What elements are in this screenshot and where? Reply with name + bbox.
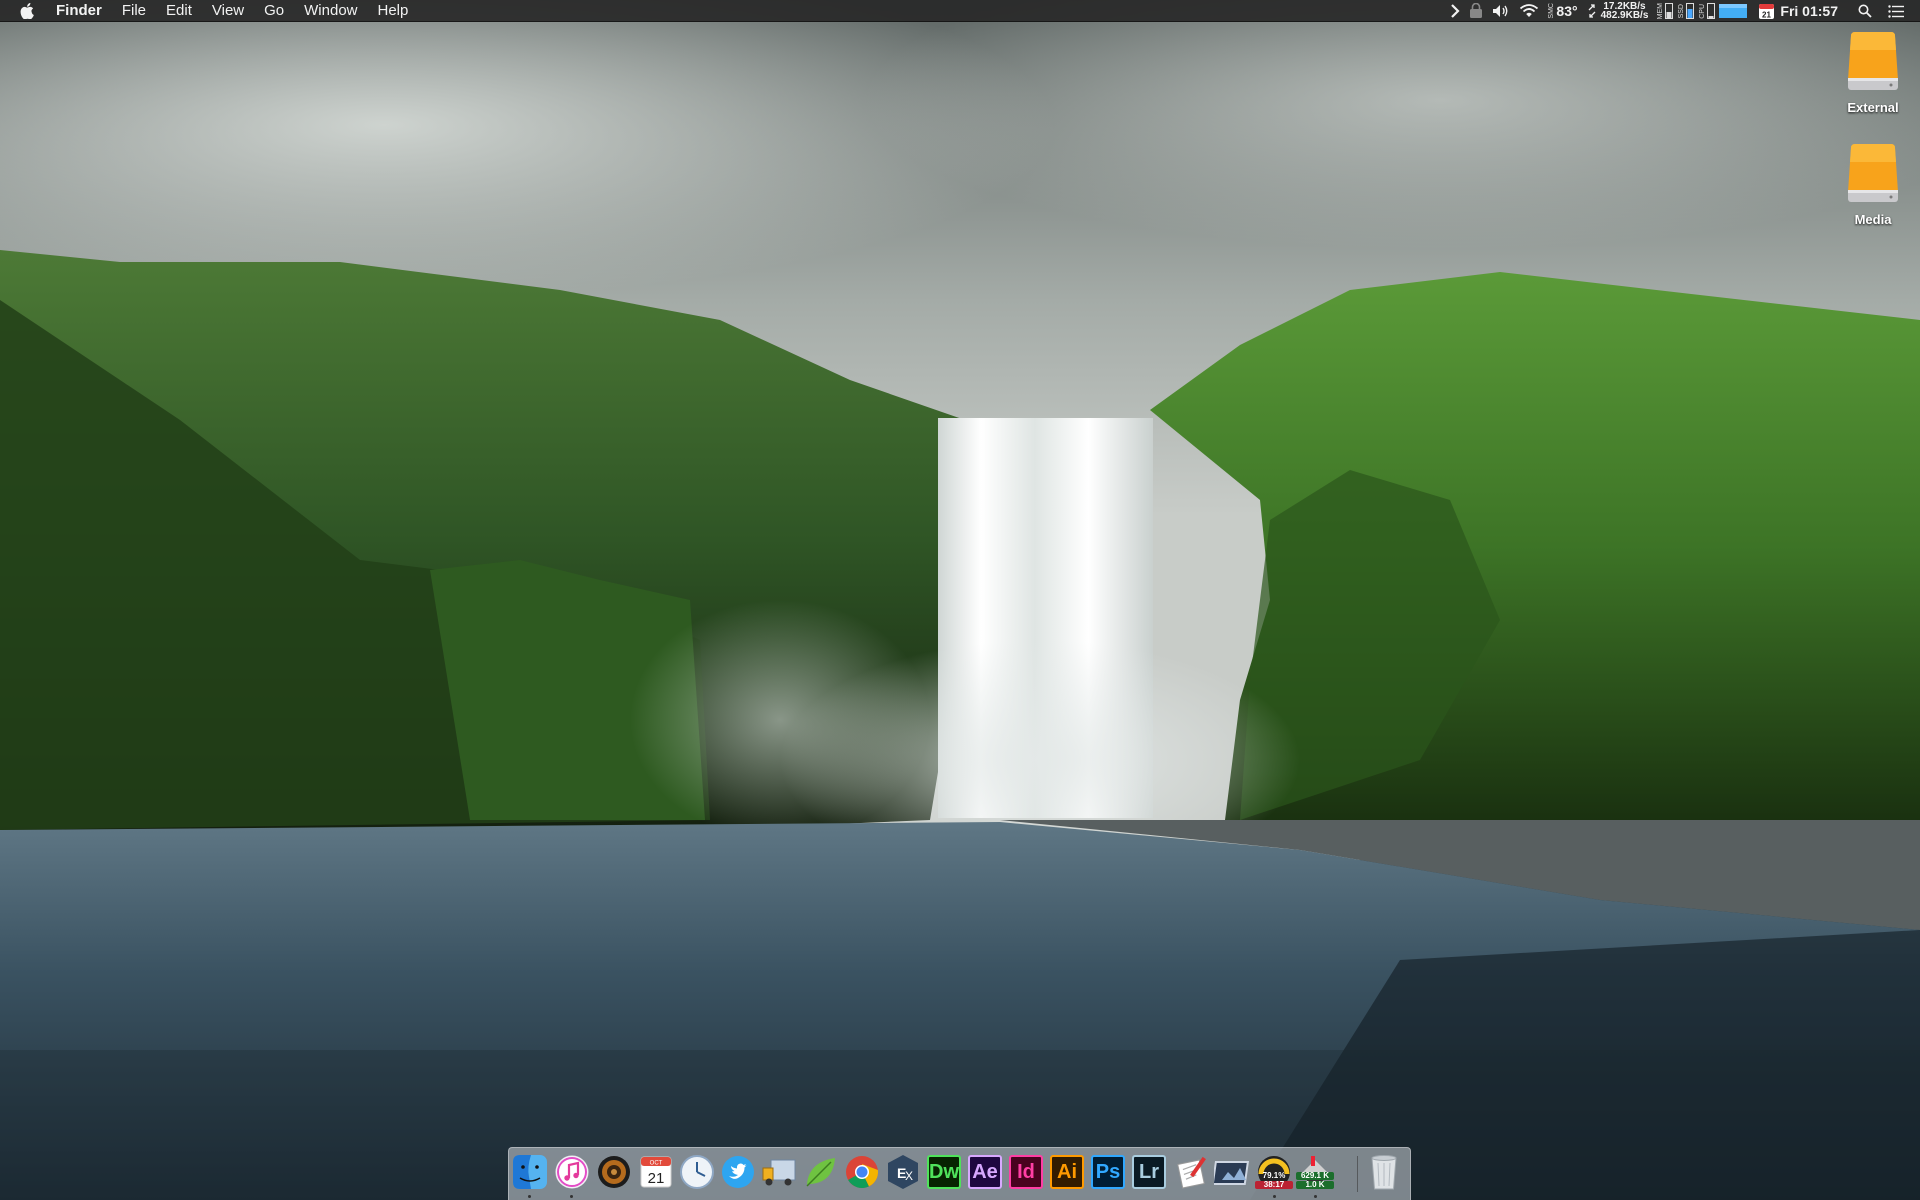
textedit-icon [1177, 1156, 1206, 1189]
desktop-wallpaper [0, 0, 1920, 1200]
volume-icon[interactable] [1492, 0, 1510, 22]
running-indicator [1273, 1195, 1276, 1198]
calendar-day: 21 [1762, 10, 1771, 19]
desktop-icon-external[interactable]: External [1826, 30, 1920, 115]
menu-window[interactable]: Window [294, 0, 367, 22]
dock-leaf[interactable] [802, 1153, 840, 1191]
leaf-icon [806, 1158, 835, 1187]
dock-trash[interactable] [1365, 1153, 1403, 1191]
dock-dreamweaver[interactable]: Dw [927, 1155, 961, 1189]
clock-icon [680, 1155, 714, 1189]
net-download-speed: 482.9KB/s [1600, 10, 1649, 21]
menu-help[interactable]: Help [368, 0, 419, 22]
menu-file[interactable]: File [112, 0, 156, 22]
running-indicator [1314, 1195, 1317, 1198]
running-indicator [528, 1195, 531, 1198]
desktop-icon-label: External [1847, 100, 1899, 115]
menu-go[interactable]: Go [254, 0, 294, 22]
speaker-icon [598, 1156, 630, 1188]
dock-itunes[interactable] [553, 1153, 591, 1191]
dock-expandrive[interactable]: E X [884, 1153, 922, 1191]
battery-graph-icon[interactable] [1719, 0, 1748, 22]
clock[interactable]: Fri 01:57 [1780, 0, 1838, 22]
cpu-temp-caption: SMC [1548, 3, 1556, 19]
running-indicator [570, 1195, 573, 1198]
lock-icon[interactable] [1469, 0, 1483, 22]
network-line-1: 629.1 K [1296, 1172, 1334, 1180]
calendar-icon[interactable]: 21 [1759, 0, 1775, 22]
svg-text:X: X [905, 1169, 913, 1183]
cpu-label: CPU [1699, 3, 1707, 19]
twitter-bird-icon [722, 1156, 754, 1188]
spotlight-search-icon[interactable] [1858, 0, 1872, 22]
screenshot-icon [1214, 1161, 1250, 1185]
dock-screenshot[interactable] [1214, 1153, 1252, 1191]
dock-separator [1357, 1156, 1358, 1192]
menu-bar: Finder File Edit View Go Window Help SMC… [0, 0, 1920, 22]
dock-after-effects[interactable]: Ae [968, 1155, 1002, 1189]
dock-chrome[interactable] [843, 1153, 881, 1191]
dock-clock[interactable] [678, 1153, 716, 1191]
chrome-icon [846, 1156, 879, 1189]
network-arrows-icon [1587, 0, 1597, 22]
finder-icon [513, 1155, 547, 1189]
chevron-right-icon[interactable] [1450, 0, 1460, 22]
dock-calendar[interactable]: OCT 21 [637, 1153, 675, 1191]
apple-menu-icon[interactable] [20, 2, 36, 19]
dock-lightroom[interactable]: Lr [1132, 1155, 1166, 1189]
mem-label: MEM [1657, 2, 1665, 20]
ssd-meter[interactable]: SSD [1678, 0, 1695, 22]
stats-line-1: 79.1% [1262, 1171, 1286, 1180]
expandrive-icon: E X [888, 1155, 918, 1189]
dock-textedit[interactable] [1173, 1153, 1211, 1191]
wifi-icon[interactable] [1519, 0, 1539, 22]
calendar-icon: OCT 21 [640, 1156, 672, 1188]
dock-photoshop[interactable]: Ps [1091, 1155, 1125, 1189]
memory-meter[interactable]: MEM [1657, 0, 1674, 22]
network-throughput-widget[interactable]: 17.2KB/s 482.9KB/s [1601, 0, 1649, 22]
media-drive-icon [1848, 144, 1898, 202]
dock-speakers[interactable] [595, 1153, 633, 1191]
dock-illustrator[interactable]: Ai [1050, 1155, 1084, 1189]
dock-stats-monitor[interactable]: 79.1% 38:17 [1255, 1153, 1293, 1191]
dock-transmit[interactable] [761, 1153, 799, 1191]
external-drive-icon [1848, 32, 1898, 90]
calendar-month: OCT [650, 1161, 663, 1167]
trash-icon [1371, 1155, 1397, 1190]
dock-twitter[interactable] [719, 1153, 757, 1191]
desktop-icon-label: Media [1854, 212, 1892, 227]
calendar-day: 21 [648, 1170, 665, 1187]
stats-line-2: 38:17 [1255, 1181, 1293, 1189]
truck-icon [762, 1159, 796, 1186]
ssd-label: SSD [1678, 3, 1686, 19]
cpu-meter[interactable]: CPU [1699, 0, 1716, 22]
notification-center-icon[interactable] [1888, 0, 1904, 22]
dock-network-monitor[interactable]: 629.1 K 1.0 K [1296, 1153, 1334, 1191]
menu-view[interactable]: View [202, 0, 254, 22]
desktop-icon-media[interactable]: Media [1826, 142, 1920, 227]
temperature-value: 83° [1556, 3, 1578, 19]
menu-edit[interactable]: Edit [156, 0, 202, 22]
dock-indesign[interactable]: Id [1009, 1155, 1043, 1189]
dock: OCT 21 E X Dw Ae Id Ai Ps Lr 79.1% 38:17… [508, 1147, 1411, 1200]
dock-finder[interactable] [511, 1153, 549, 1191]
menu-app-name[interactable]: Finder [48, 0, 112, 22]
network-line-2: 1.0 K [1296, 1181, 1334, 1189]
itunes-icon [555, 1155, 589, 1189]
cpu-temp-widget[interactable]: SMC 83° [1548, 0, 1577, 22]
